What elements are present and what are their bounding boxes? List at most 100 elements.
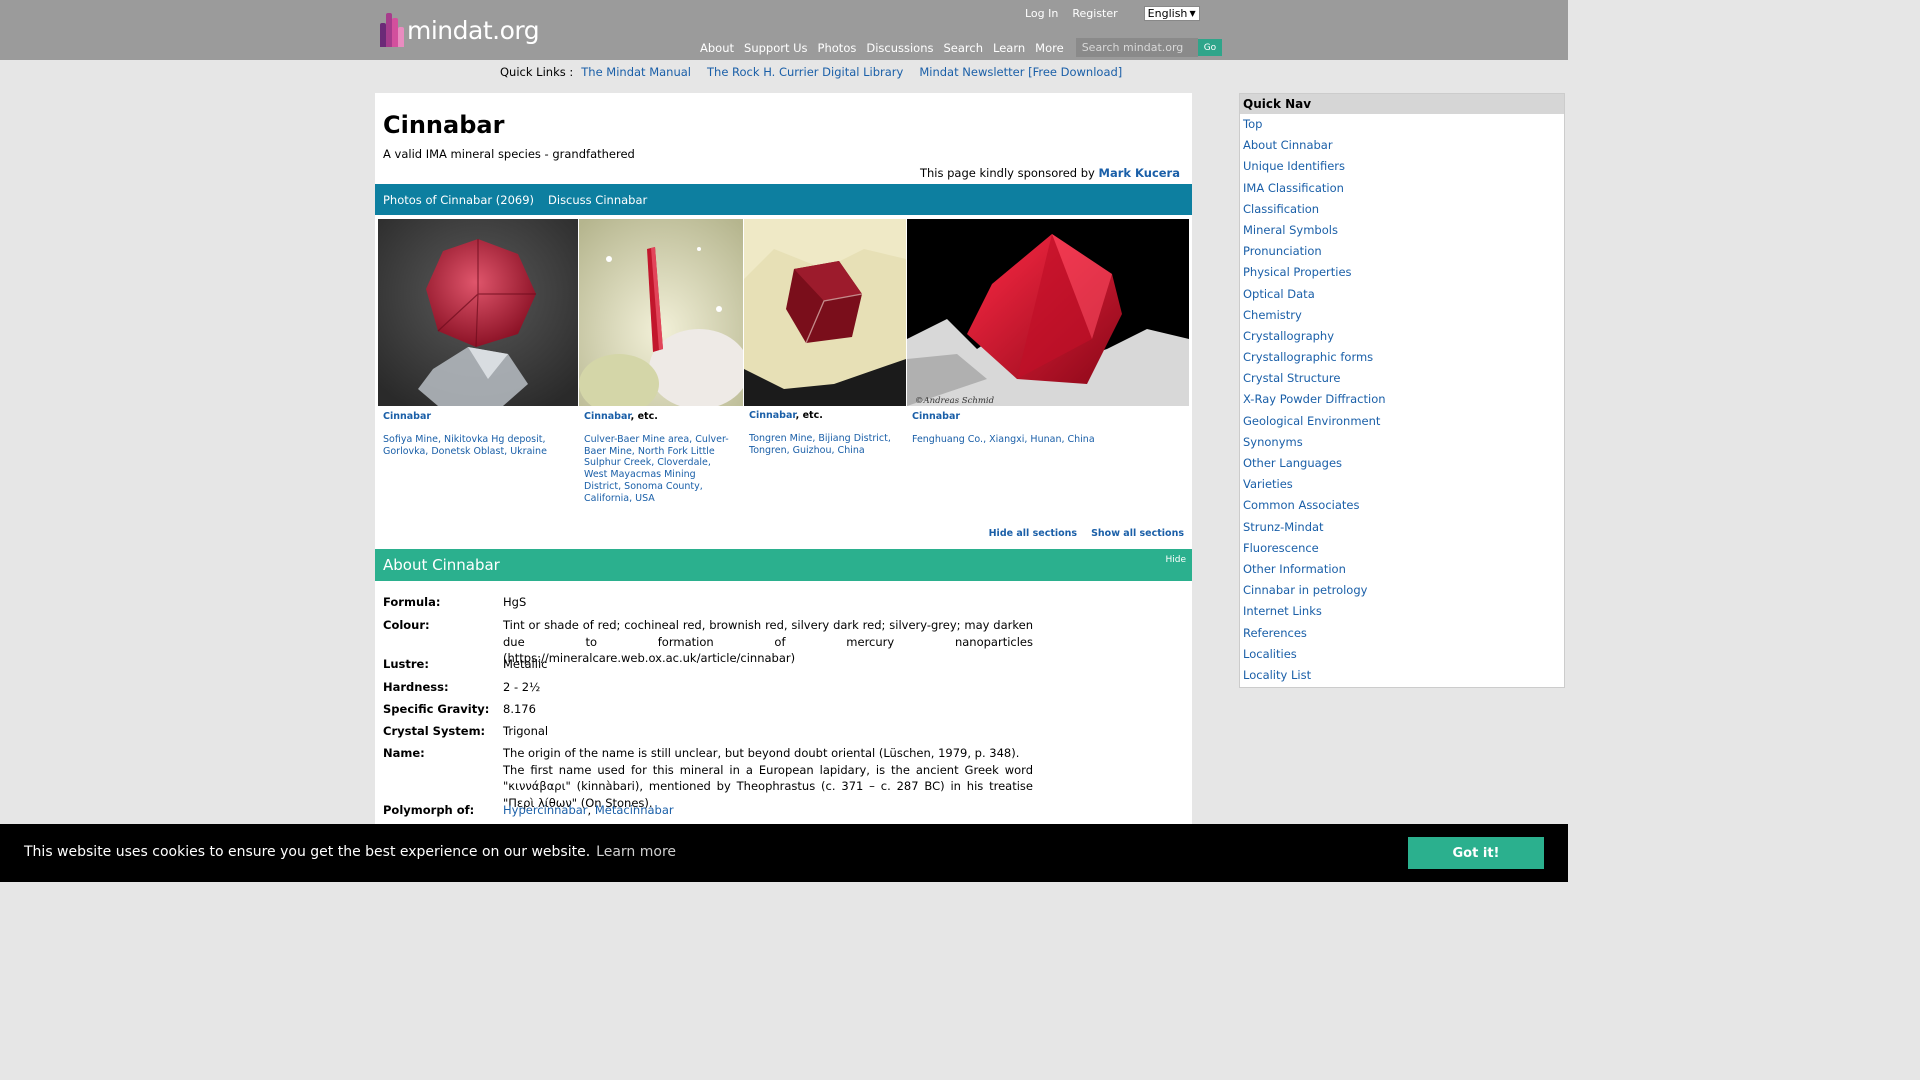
sponsor-name-link[interactable]: Mark Kucera bbox=[1099, 166, 1180, 180]
logo-icon bbox=[380, 13, 404, 47]
quick-nav-item[interactable]: Unique Identifiers bbox=[1240, 156, 1564, 177]
photo-caption-3: Cinnabar, etc. Tongren Mine, Bijiang Dis… bbox=[749, 410, 899, 456]
property-value: HgS bbox=[503, 595, 527, 609]
language-select[interactable]: English ▼ bbox=[1143, 6, 1200, 21]
quick-nav-item[interactable]: Other Information bbox=[1240, 559, 1564, 580]
cookie-banner: This website uses cookies to ensure you … bbox=[0, 824, 1568, 882]
property-row: Formula: HgS bbox=[383, 594, 1033, 611]
photo-mineral-link[interactable]: Cinnabar bbox=[912, 411, 960, 422]
login-link[interactable]: Log In bbox=[1025, 7, 1058, 20]
site-logo[interactable]: mindat.org bbox=[380, 12, 540, 48]
photo-locality-link[interactable]: Tongren Mine, Bijiang District, Tongren,… bbox=[749, 433, 899, 457]
quick-nav-item[interactable]: About Cinnabar bbox=[1240, 135, 1564, 156]
language-value: English bbox=[1147, 7, 1188, 20]
photo-4[interactable]: ©Andreas Schmid bbox=[907, 219, 1189, 406]
quick-link-newsletter[interactable]: Mindat Newsletter [Free Download] bbox=[919, 65, 1122, 79]
quick-nav-item[interactable]: IMA Classification bbox=[1240, 178, 1564, 199]
main-nav: About Support Us Photos Discussions Sear… bbox=[700, 38, 1223, 57]
nav-about[interactable]: About bbox=[700, 41, 734, 55]
photo-caption-1: Cinnabar Sofiya Mine, Nikitovka Hg depos… bbox=[383, 411, 573, 457]
quick-nav-item[interactable]: Top bbox=[1240, 114, 1564, 135]
polymorph-link[interactable]: Metacinnabar bbox=[595, 803, 674, 817]
photo-3[interactable] bbox=[744, 219, 906, 406]
quick-links: Quick Links : The Mindat Manual The Rock… bbox=[500, 65, 1122, 79]
quick-nav-item[interactable]: Other Languages bbox=[1240, 453, 1564, 474]
quick-nav-item[interactable]: Chemistry bbox=[1240, 305, 1564, 326]
logo-text: mindat.org bbox=[407, 15, 540, 45]
property-value: Metallic bbox=[503, 657, 548, 671]
property-value: Trigonal bbox=[503, 724, 549, 738]
photo-locality-link[interactable]: Culver-Baer Mine area, Culver-Baer Mine,… bbox=[584, 434, 734, 505]
property-label: Lustre: bbox=[383, 657, 429, 671]
nav-more[interactable]: More bbox=[1035, 41, 1064, 55]
polymorph-link[interactable]: Hypercinnabar bbox=[503, 803, 588, 817]
site-header: mindat.org Log In Register English ▼ Abo… bbox=[0, 0, 1568, 60]
property-row: Crystal System: Trigonal bbox=[383, 723, 1033, 740]
quick-nav-item[interactable]: Synonyms bbox=[1240, 432, 1564, 453]
property-label: Crystal System: bbox=[383, 724, 486, 738]
quick-nav-item[interactable]: Varieties bbox=[1240, 474, 1564, 495]
mineral-card: Cinnabar A valid IMA mineral species - g… bbox=[375, 93, 1192, 853]
nav-learn[interactable]: Learn bbox=[993, 41, 1025, 55]
quick-link-manual[interactable]: The Mindat Manual bbox=[581, 65, 691, 79]
photo-mineral-link[interactable]: Cinnabar bbox=[749, 410, 796, 421]
quick-nav-item[interactable]: Internet Links bbox=[1240, 601, 1564, 622]
property-row: Polymorph of: Hypercinnabar, Metacinnaba… bbox=[383, 803, 674, 817]
quick-nav-item[interactable]: Localities bbox=[1240, 644, 1564, 665]
photo-mineral-link[interactable]: Cinnabar bbox=[584, 411, 631, 422]
property-value: The origin of the name is still unclear,… bbox=[503, 746, 1020, 760]
about-hide-button[interactable]: Hide bbox=[1165, 555, 1186, 565]
quick-nav-item[interactable]: Common Associates bbox=[1240, 495, 1564, 516]
property-row: Lustre: Metallic bbox=[383, 656, 1033, 673]
quick-nav-item[interactable]: Strunz-Mindat bbox=[1240, 517, 1564, 538]
nav-discussions[interactable]: Discussions bbox=[866, 41, 933, 55]
search-placeholder: Search mindat.org bbox=[1081, 41, 1184, 54]
nav-search[interactable]: Search bbox=[944, 41, 984, 55]
quick-link-library[interactable]: The Rock H. Currier Digital Library bbox=[707, 65, 903, 79]
cookie-accept-button[interactable]: Got it! bbox=[1408, 837, 1544, 869]
quick-nav-item[interactable]: Fluorescence bbox=[1240, 538, 1564, 559]
sponsor-text: This page kindly sponsored by bbox=[919, 166, 1095, 180]
quick-nav-item[interactable]: X-Ray Powder Diffraction bbox=[1240, 389, 1564, 410]
show-all-sections-link[interactable]: Show all sections bbox=[1091, 528, 1184, 539]
quick-nav-item[interactable]: Crystallography bbox=[1240, 326, 1564, 347]
sponsor-line: This page kindly sponsored by Mark Kucer… bbox=[920, 166, 1180, 180]
quick-nav-item[interactable]: Crystal Structure bbox=[1240, 368, 1564, 389]
quick-nav-item[interactable]: Geological Environment bbox=[1240, 411, 1564, 432]
photo-1[interactable] bbox=[378, 219, 578, 406]
about-section-header: About Cinnabar Hide bbox=[375, 549, 1192, 581]
cookie-message: This website uses cookies to ensure you … bbox=[24, 844, 591, 860]
nav-photos[interactable]: Photos bbox=[818, 41, 857, 55]
photo-credit: ©Andreas Schmid bbox=[915, 396, 995, 406]
quick-nav-item[interactable]: Classification bbox=[1240, 199, 1564, 220]
photo-caption-2: Cinnabar, etc. Culver-Baer Mine area, Cu… bbox=[584, 411, 734, 505]
nav-support-us[interactable]: Support Us bbox=[744, 41, 808, 55]
property-label: Formula: bbox=[383, 595, 441, 609]
chevron-down-icon: ▼ bbox=[1189, 9, 1196, 18]
mineral-status: A valid IMA mineral species - grandfathe… bbox=[383, 147, 635, 161]
photo-locality-link[interactable]: Sofiya Mine, Nikitovka Hg deposit, Gorlo… bbox=[383, 434, 573, 458]
tab-discuss[interactable]: Discuss Cinnabar bbox=[548, 193, 647, 207]
quick-nav-item[interactable]: Physical Properties bbox=[1240, 262, 1564, 283]
quick-nav-item[interactable]: Locality List bbox=[1240, 665, 1564, 686]
quick-links-label: Quick Links : bbox=[500, 65, 574, 79]
search-go-button[interactable]: Go bbox=[1197, 39, 1223, 56]
quick-nav-item[interactable]: Pronunciation bbox=[1240, 241, 1564, 262]
register-link[interactable]: Register bbox=[1072, 7, 1117, 20]
section-controls: Hide all sections Show all sections bbox=[989, 528, 1184, 539]
photo-locality-link[interactable]: Fenghuang Co., Xiangxi, Hunan, China bbox=[912, 434, 1182, 446]
hide-all-sections-link[interactable]: Hide all sections bbox=[989, 528, 1077, 539]
quick-nav-item[interactable]: References bbox=[1240, 623, 1564, 644]
search-input[interactable]: Search mindat.org bbox=[1075, 38, 1198, 57]
photo-2[interactable] bbox=[579, 219, 743, 406]
property-label: Polymorph of: bbox=[383, 803, 475, 817]
quick-nav-item[interactable]: Optical Data bbox=[1240, 284, 1564, 305]
property-row: Specific Gravity: 8.176 bbox=[383, 701, 1033, 718]
quick-nav-item[interactable]: Crystallographic forms bbox=[1240, 347, 1564, 368]
quick-nav-item[interactable]: Cinnabar in petrology bbox=[1240, 580, 1564, 601]
cookie-learn-more-link[interactable]: Learn more bbox=[596, 844, 676, 860]
tab-photos[interactable]: Photos of Cinnabar (2069) bbox=[383, 193, 534, 207]
quick-nav-item[interactable]: Mineral Symbols bbox=[1240, 220, 1564, 241]
about-heading: About Cinnabar bbox=[383, 556, 500, 574]
photo-mineral-link[interactable]: Cinnabar bbox=[383, 411, 431, 422]
